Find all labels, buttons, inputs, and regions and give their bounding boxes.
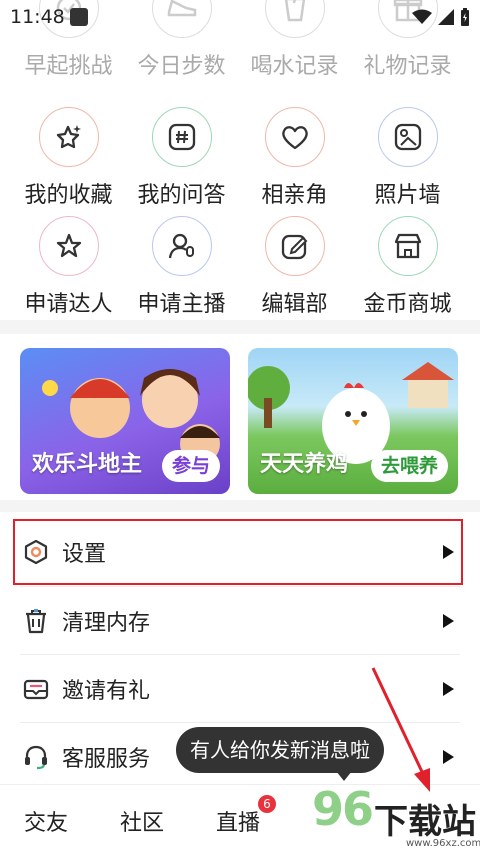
- envelope-icon: [22, 675, 50, 703]
- join-button[interactable]: 参与: [161, 450, 220, 482]
- grid-label: 金币商城: [363, 292, 452, 317]
- chevron-right-icon: [443, 614, 454, 628]
- feature-grid-row-2: 我的收藏 我的问答 相亲角 照片墙: [0, 107, 480, 209]
- heart-icon: [281, 126, 308, 150]
- banner-chicken-game[interactable]: 天天养鸡 去喂养: [248, 348, 458, 494]
- menu-item-settings[interactable]: 设置: [0, 518, 480, 586]
- banner-title: 天天养鸡: [260, 452, 349, 477]
- grid-label: 编辑部: [261, 292, 328, 317]
- grid-label: 申请主播: [137, 292, 226, 317]
- grid-label: 相亲角: [261, 183, 328, 208]
- grid-label: 申请达人: [24, 292, 113, 317]
- signal-icon: [438, 9, 454, 25]
- menu-item-clear-memory[interactable]: 清理内存: [0, 587, 480, 655]
- grid-label: 照片墙: [374, 183, 441, 208]
- feature-grid-row-3: 申请达人 申请主播 编辑部 金币商城: [0, 216, 480, 318]
- battery-icon: [461, 8, 469, 26]
- grid-item-my-qa[interactable]: 我的问答: [125, 107, 238, 209]
- menu-label: 清理内存: [62, 611, 151, 636]
- menu-item-invite[interactable]: 邀请有礼: [0, 655, 480, 723]
- watermark-url: www.96xz.com: [406, 838, 480, 849]
- grid-item-matchmaking[interactable]: 相亲角: [238, 107, 351, 209]
- hashtag-icon: [168, 123, 195, 151]
- grid-item-editorial[interactable]: 编辑部: [238, 216, 351, 318]
- trash-icon: [22, 607, 50, 635]
- mic-person-icon: [168, 233, 194, 259]
- grid-label: 喝水记录: [250, 54, 339, 79]
- grid-item-coin-mall[interactable]: 金币商城: [351, 216, 464, 318]
- wifi-icon: [412, 9, 432, 24]
- status-time: 11:48: [10, 6, 65, 28]
- grid-label: 礼物记录: [363, 54, 452, 79]
- nav-tab-friends[interactable]: 交友: [24, 805, 68, 837]
- grid-label: 今日步数: [137, 54, 226, 79]
- grid-label: 我的问答: [137, 183, 226, 208]
- star-sparkle-icon: [56, 125, 81, 149]
- status-icons: [412, 8, 470, 26]
- watermark-logo: 96 下载站 www.96xz.com: [310, 782, 480, 853]
- menu-label: 邀请有礼: [62, 679, 151, 704]
- menu-label: 客服服务: [62, 747, 151, 772]
- nav-tab-community[interactable]: 社区: [120, 805, 164, 837]
- watermark-number: 96: [312, 782, 374, 836]
- menu-label: 设置: [62, 542, 107, 567]
- photo-icon: [394, 123, 421, 151]
- grid-item-apply-expert[interactable]: 申请达人: [12, 216, 125, 318]
- notification-icon: [70, 8, 88, 26]
- grid-item-apply-host[interactable]: 申请主播: [125, 216, 238, 318]
- grid-item-photo-wall[interactable]: 照片墙: [351, 107, 464, 209]
- section-divider: [0, 500, 480, 512]
- chevron-right-icon: [443, 682, 454, 696]
- banner-title: 欢乐斗地主: [32, 452, 143, 477]
- grid-label: 早起挑战: [24, 54, 113, 79]
- grid-item-favorites[interactable]: 我的收藏: [12, 107, 125, 209]
- section-divider: [0, 320, 480, 334]
- chevron-right-icon: [443, 545, 454, 559]
- settings-hexagon-icon: [22, 538, 50, 566]
- headset-icon: [22, 743, 50, 771]
- star-icon: [56, 233, 81, 258]
- watermark-text: 下载站: [374, 802, 476, 842]
- status-bar: 11:48: [0, 0, 480, 36]
- toast-tail: [336, 771, 352, 781]
- chevron-right-icon: [443, 750, 454, 764]
- edit-icon: [281, 234, 307, 260]
- feed-button[interactable]: 去喂养: [370, 450, 448, 482]
- shop-icon: [394, 233, 421, 259]
- banner-landlord-game[interactable]: 欢乐斗地主 参与: [20, 348, 230, 494]
- notification-badge: 6: [258, 795, 276, 813]
- nav-tab-live[interactable]: 直播: [216, 805, 260, 837]
- new-message-toast[interactable]: 有人给你发新消息啦: [176, 727, 384, 773]
- grid-label: 我的收藏: [24, 183, 113, 208]
